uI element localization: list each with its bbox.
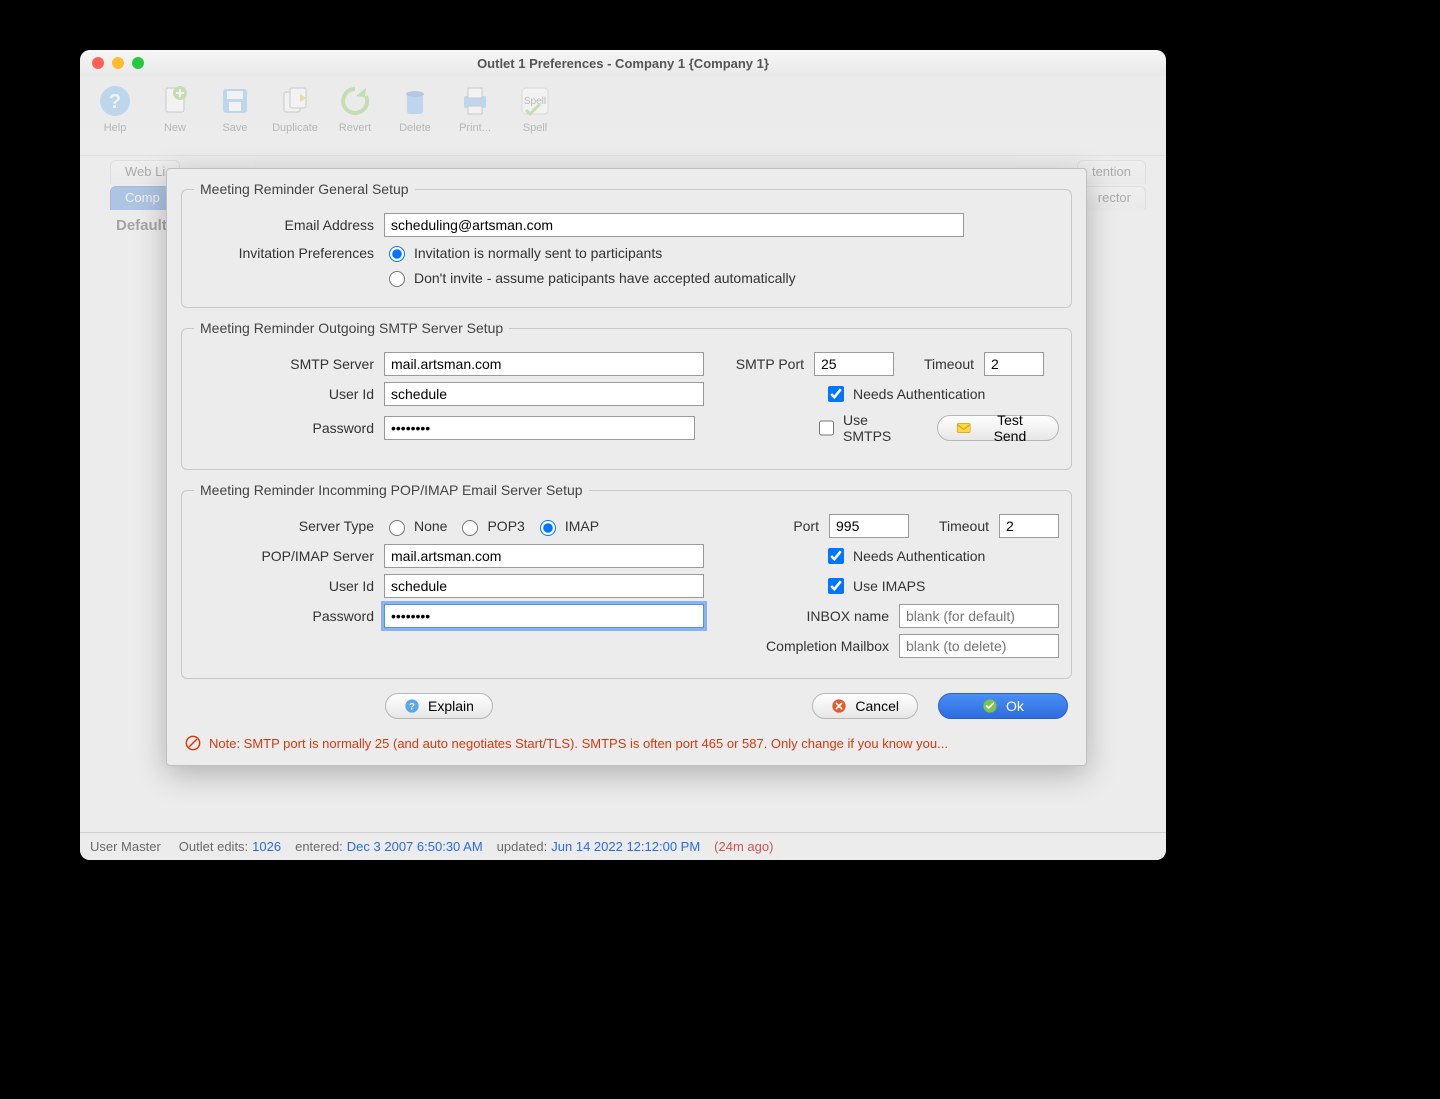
window-title: Outlet 1 Preferences - Company 1 {Compan… — [80, 56, 1166, 71]
input-smtp-user[interactable] — [384, 382, 704, 406]
legend-general: Meeting Reminder General Setup — [194, 181, 415, 197]
legend-smtp: Meeting Reminder Outgoing SMTP Server Se… — [194, 320, 509, 336]
svg-text:?: ? — [109, 91, 121, 113]
button-test-send[interactable]: Test Send — [937, 415, 1059, 441]
status-ago: (24m ago) — [714, 839, 773, 854]
help-icon: ? — [404, 698, 420, 714]
label-smtp-timeout: Timeout — [904, 356, 974, 372]
check-smtp-auth[interactable]: Needs Authentication — [824, 383, 985, 405]
revert-icon — [338, 84, 372, 118]
input-in-pwd[interactable] — [384, 604, 704, 628]
svg-text:Spell: Spell — [524, 96, 546, 107]
input-smtp-port[interactable] — [814, 352, 894, 376]
input-completion[interactable] — [899, 634, 1059, 658]
input-in-user[interactable] — [384, 574, 704, 598]
print-icon — [458, 84, 492, 118]
warning-icon — [185, 735, 201, 751]
save-icon — [218, 84, 252, 118]
check-use-smtps[interactable]: Use SMTPS — [815, 412, 918, 444]
input-email[interactable] — [384, 213, 964, 237]
status-entered: Dec 3 2007 6:50:30 AM — [347, 839, 483, 854]
status-edits: 1026 — [252, 839, 281, 854]
label-smtp-port: SMTP Port — [714, 356, 804, 372]
group-incoming: Meeting Reminder Incomming POP/IMAP Emai… — [181, 482, 1072, 679]
tab-comp[interactable]: Comp — [110, 186, 175, 210]
help-icon: ? — [98, 84, 132, 118]
label-completion: Completion Mailbox — [739, 638, 889, 654]
tool-delete[interactable]: Delete — [390, 84, 440, 134]
radio-type-imap[interactable]: IMAP — [535, 517, 599, 536]
tool-duplicate[interactable]: Duplicate — [270, 84, 320, 134]
group-smtp: Meeting Reminder Outgoing SMTP Server Se… — [181, 320, 1072, 470]
input-in-server[interactable] — [384, 544, 704, 568]
label-smtp-server: SMTP Server — [194, 356, 374, 372]
titlebar: Outlet 1 Preferences - Company 1 {Compan… — [80, 50, 1166, 76]
label-inbox: INBOX name — [789, 608, 889, 624]
note-text: Note: SMTP port is normally 25 (and auto… — [209, 736, 948, 751]
label-in-timeout: Timeout — [919, 518, 989, 534]
note-bar: Note: SMTP port is normally 25 (and auto… — [181, 729, 1072, 757]
new-icon — [158, 84, 192, 118]
radio-invite-send[interactable]: Invitation is normally sent to participa… — [384, 243, 662, 262]
tool-help[interactable]: ?Help — [90, 84, 140, 134]
input-smtp-pwd[interactable] — [384, 416, 695, 440]
label-in-server: POP/IMAP Server — [194, 548, 374, 564]
preferences-window: Outlet 1 Preferences - Company 1 {Compan… — [80, 50, 1166, 860]
radio-type-none[interactable]: None — [384, 517, 447, 536]
label-in-port: Port — [769, 518, 819, 534]
tool-new[interactable]: New — [150, 84, 200, 134]
input-in-timeout[interactable] — [999, 514, 1059, 538]
delete-icon — [398, 84, 432, 118]
tool-save[interactable]: Save — [210, 84, 260, 134]
check-use-imaps[interactable]: Use IMAPS — [824, 575, 925, 597]
label-invitation: Invitation Preferences — [194, 245, 374, 261]
svg-text:?: ? — [409, 701, 415, 711]
label-server-type: Server Type — [194, 518, 374, 534]
button-explain[interactable]: ? Explain — [385, 693, 493, 719]
group-general: Meeting Reminder General Setup Email Add… — [181, 181, 1072, 308]
tab-rector[interactable]: rector — [1083, 186, 1146, 210]
input-inbox[interactable] — [899, 604, 1059, 628]
label-smtp-user: User Id — [194, 386, 374, 402]
tab-retention[interactable]: tention — [1077, 160, 1146, 184]
label-in-user: User Id — [194, 578, 374, 594]
meeting-reminder-dialog: Meeting Reminder General Setup Email Add… — [166, 168, 1087, 766]
status-updated: Jun 14 2022 12:12:00 PM — [551, 839, 700, 854]
button-cancel[interactable]: Cancel — [812, 693, 918, 719]
status-user: User Master — [90, 839, 161, 854]
tool-print[interactable]: Print... — [450, 84, 500, 134]
button-ok[interactable]: Ok — [938, 693, 1068, 719]
ok-icon — [982, 698, 998, 714]
input-smtp-timeout[interactable] — [984, 352, 1044, 376]
label-smtp-pwd: Password — [194, 420, 374, 436]
cancel-icon — [831, 698, 847, 714]
mail-icon — [956, 420, 971, 436]
tool-spell[interactable]: SpellSpell — [510, 84, 560, 134]
tool-revert[interactable]: Revert — [330, 84, 380, 134]
radio-invite-skip[interactable]: Don't invite - assume paticipants have a… — [384, 268, 796, 287]
spell-icon: Spell — [518, 84, 552, 118]
input-in-port[interactable] — [829, 514, 909, 538]
dup-icon — [278, 84, 312, 118]
statusbar: User Master Outlet edits: 1026 entered: … — [80, 832, 1166, 860]
legend-incoming: Meeting Reminder Incomming POP/IMAP Emai… — [194, 482, 589, 498]
label-in-pwd: Password — [194, 608, 374, 624]
label-email: Email Address — [194, 217, 374, 233]
check-in-auth[interactable]: Needs Authentication — [824, 545, 985, 567]
toolbar: ?HelpNewSaveDuplicateRevertDeletePrint..… — [80, 76, 1166, 156]
input-smtp-server[interactable] — [384, 352, 704, 376]
radio-type-pop3[interactable]: POP3 — [457, 517, 524, 536]
